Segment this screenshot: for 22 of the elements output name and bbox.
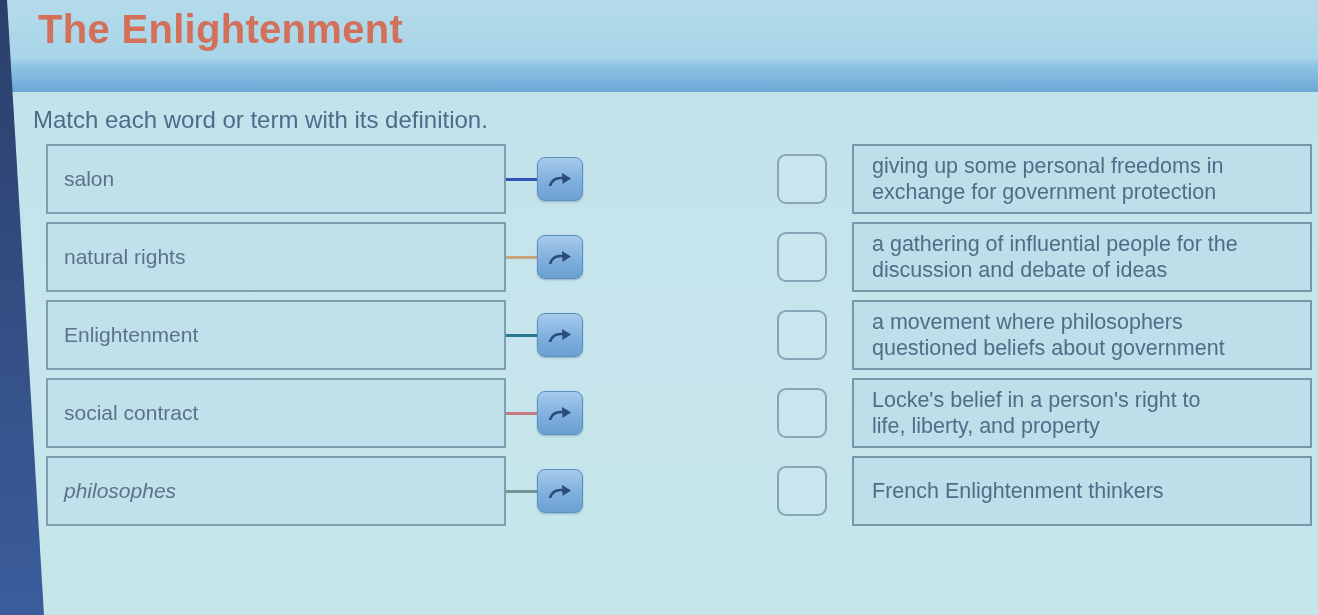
curved-arrow-icon — [549, 484, 571, 498]
definition-text: French Enlightenment thinkers — [872, 478, 1164, 504]
definition-text: a gathering of influential people for the discussion and debate of ideas — [872, 231, 1239, 283]
term-text: philosophes — [64, 479, 177, 503]
term-text: social contract — [64, 401, 199, 425]
term-text: natural rights — [64, 245, 186, 269]
curved-arrow-icon — [549, 172, 571, 186]
match-button[interactable] — [537, 157, 583, 201]
match-button[interactable] — [537, 469, 583, 513]
curved-arrow-icon — [549, 328, 571, 342]
definition-text: Locke's belief in a person's right to life, liberty, and property — [872, 387, 1202, 439]
page-title: The Enlightenment — [38, 6, 404, 52]
definition-text: a movement where philosophers questioned beliefs about government — [872, 309, 1226, 361]
instruction-text: Match each word or term with its definition. — [33, 106, 488, 134]
curved-arrow-icon — [549, 250, 571, 264]
match-button[interactable] — [537, 391, 583, 435]
definition-text: giving up some personal freedoms in exchange for government protection — [872, 153, 1225, 205]
term-text: salon — [64, 167, 115, 191]
match-button[interactable] — [537, 235, 583, 279]
curved-arrow-icon — [549, 406, 571, 420]
match-button[interactable] — [537, 313, 583, 357]
term-text: Enlightenment — [64, 323, 199, 347]
